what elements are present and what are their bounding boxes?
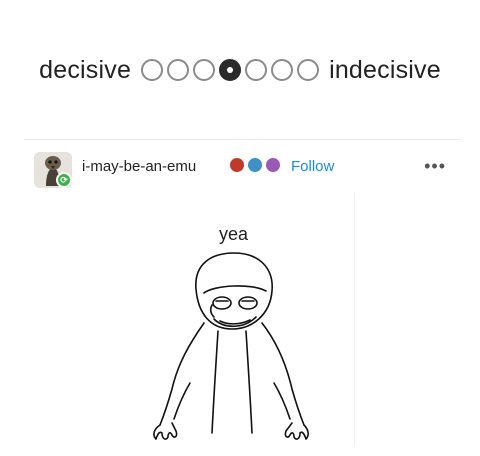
scale-option-3[interactable] [193,59,216,81]
scale-option-6[interactable] [271,59,294,81]
username[interactable]: i-may-be-an-emu [82,158,196,175]
scale-right-label: indecisive [329,55,441,84]
scale-option-4[interactable] [219,59,242,81]
badge-purple-icon [266,158,280,172]
badge-heart-icon [230,158,244,172]
scale-left-label: decisive [39,55,132,84]
reblog-icon: ⟳ [56,172,72,188]
badge-blue-icon [248,158,262,172]
user-badges [230,158,284,172]
decisiveness-scale: decisive indecisive [0,50,480,90]
scale-option-7[interactable] [297,59,320,81]
drawing-image: yea [134,193,355,446]
scale-option-1[interactable] [141,59,164,81]
post-header: ⟳ i-may-be-an-emu Follow ••• [34,150,464,190]
divider [24,139,462,140]
ellipsis-icon[interactable]: ••• [424,156,446,177]
scale-option-2[interactable] [167,59,190,81]
drawing-caption: yea [219,224,249,244]
follow-button[interactable]: Follow [291,158,334,175]
avatar[interactable]: ⟳ [34,152,72,188]
scale-option-5[interactable] [245,59,268,81]
